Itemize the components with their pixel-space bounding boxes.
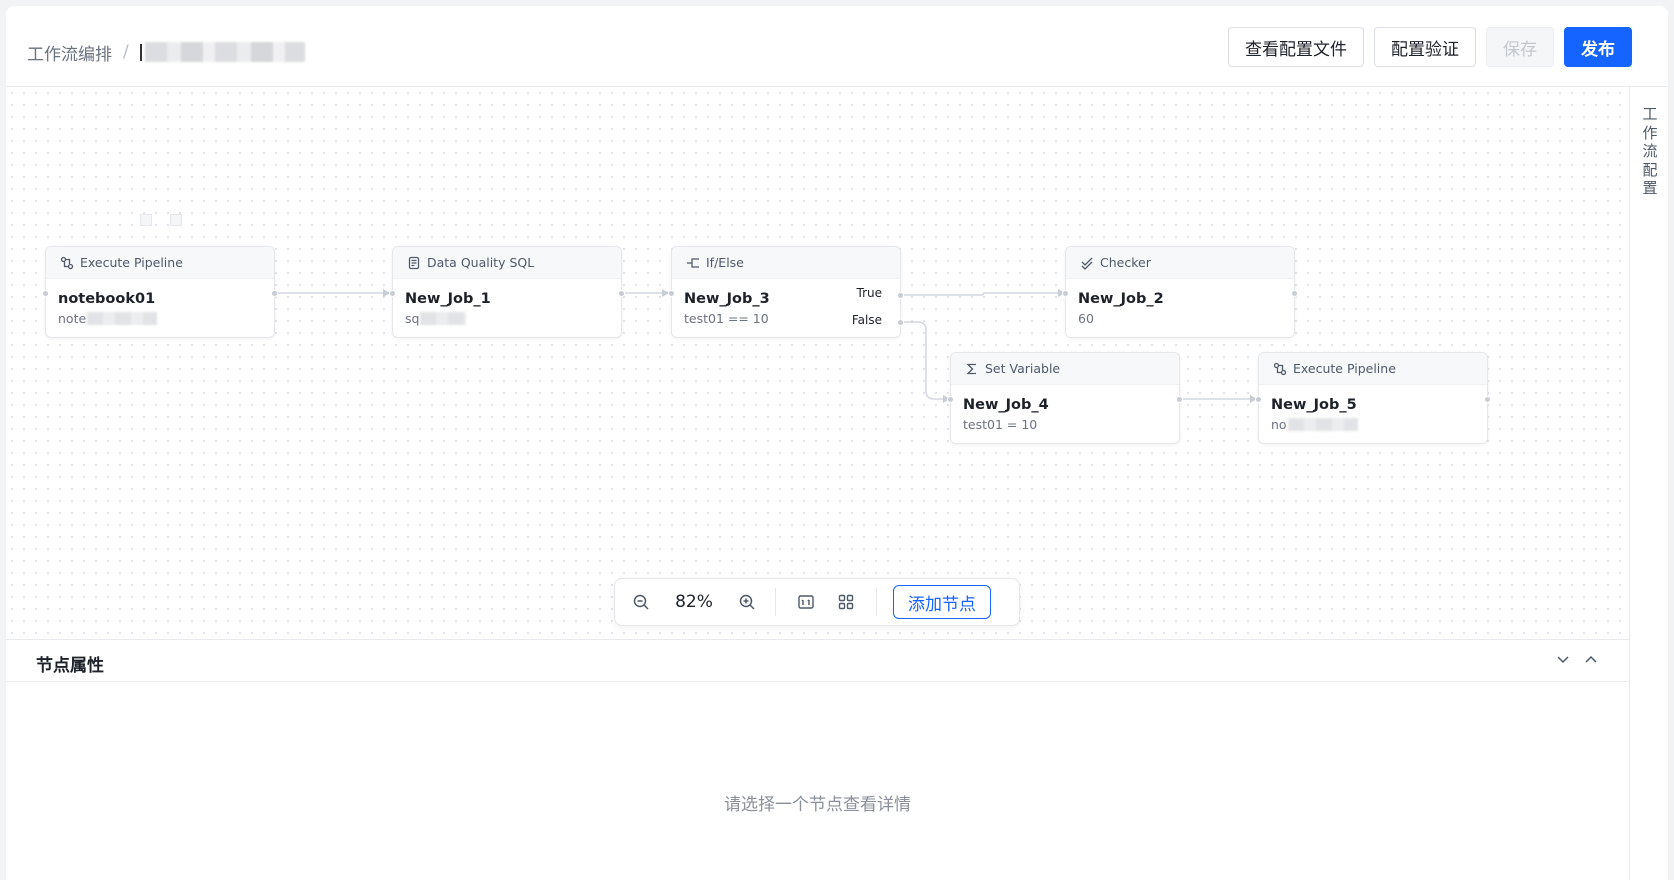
workflow-config-rail[interactable]: 工作流配置	[1629, 87, 1668, 880]
workflow-editor: 工作流编排 / 查看配置文件 配置验证 保存 发布 Execute Pipeli…	[6, 6, 1668, 880]
node-header: Data Quality SQL	[393, 247, 621, 279]
header-actions: 查看配置文件 配置验证 保存 发布	[1228, 27, 1632, 67]
panel-title: 节点属性	[36, 656, 104, 676]
node-type: Execute Pipeline	[80, 255, 183, 270]
node-header: Execute Pipeline	[46, 247, 274, 279]
input-port[interactable]	[42, 290, 49, 297]
document-icon	[407, 256, 421, 270]
node-type: Data Quality SQL	[427, 255, 535, 270]
output-port[interactable]	[271, 290, 278, 297]
zoom-out-icon[interactable]	[631, 592, 651, 612]
output-port[interactable]	[618, 290, 625, 297]
edge-new-job-3-false-to-new-job-4	[901, 321, 948, 400]
pipeline-icon	[1273, 362, 1287, 376]
ghost-marker	[140, 214, 152, 226]
redacted-text	[87, 312, 158, 325]
fit-view-icon[interactable]	[836, 592, 856, 612]
edge-new-job-3-true-to-new-job-2	[901, 292, 1064, 296]
text-cursor	[139, 43, 142, 61]
node-new-job-2[interactable]: Checker New_Job_2 60	[1062, 246, 1298, 338]
node-header: Set Variable	[951, 353, 1179, 385]
false-output-port[interactable]	[897, 319, 904, 326]
node-header: If/Else	[672, 247, 900, 279]
node-title: New_Job_1	[405, 291, 491, 307]
workflow-config-tab[interactable]: 工作流配置	[1642, 105, 1658, 198]
input-port[interactable]	[1062, 290, 1069, 297]
input-port[interactable]	[1255, 396, 1262, 403]
output-port[interactable]	[1291, 290, 1298, 297]
workflow-canvas[interactable]: Execute Pipeline notebook01 note Data Qu…	[6, 87, 1629, 639]
node-title: New_Job_5	[1271, 397, 1357, 413]
node-header: Checker	[1066, 247, 1294, 279]
panel-empty-state: 请选择一个节点查看详情	[724, 795, 911, 815]
chevron-down-icon[interactable]	[1555, 651, 1571, 671]
toolbar-divider	[876, 588, 877, 616]
branch-false-label: False	[851, 313, 882, 327]
actual-size-icon[interactable]	[796, 592, 816, 612]
redacted-text	[420, 312, 467, 325]
node-new-job-4[interactable]: Set Variable New_Job_4 test01 = 10	[947, 352, 1183, 444]
zoom-level: 82%	[675, 592, 713, 612]
node-title: New_Job_2	[1078, 291, 1164, 307]
node-subtitle: 60	[1078, 311, 1094, 326]
add-node-button[interactable]: 添加节点	[893, 585, 991, 619]
node-title: New_Job_4	[963, 397, 1049, 413]
toolbar-divider	[775, 588, 776, 616]
check-icon	[1080, 256, 1094, 270]
true-output-port[interactable]	[897, 292, 904, 299]
input-port[interactable]	[947, 396, 954, 403]
validate-config-button[interactable]: 配置验证	[1374, 27, 1476, 67]
node-header: Execute Pipeline	[1259, 353, 1487, 385]
node-subtitle: test01 = 10	[963, 417, 1038, 432]
branch-icon	[686, 256, 700, 270]
canvas-toolbar: 82% 添加节点	[614, 578, 1020, 626]
node-new-job-1[interactable]: Data Quality SQL New_Job_1 sq	[389, 246, 625, 338]
input-port[interactable]	[668, 290, 675, 297]
node-new-job-3[interactable]: If/Else New_Job_3 test01 == 10 True Fals…	[668, 246, 904, 338]
node-type: If/Else	[706, 255, 744, 270]
panel-header: 节点属性	[6, 640, 1629, 682]
redacted-text	[1287, 418, 1358, 431]
node-subtitle: no	[1271, 417, 1487, 432]
zoom-in-icon[interactable]	[737, 592, 757, 612]
node-subtitle: sq	[405, 311, 621, 326]
publish-button[interactable]: 发布	[1564, 27, 1632, 67]
output-port[interactable]	[1484, 396, 1491, 403]
breadcrumb-root[interactable]: 工作流编排	[27, 40, 112, 65]
node-type: Checker	[1100, 255, 1151, 270]
node-properties-panel: 节点属性 请选择一个节点查看详情	[6, 639, 1629, 880]
node-type: Execute Pipeline	[1293, 361, 1396, 376]
node-subtitle: note	[58, 311, 274, 326]
breadcrumb-separator: /	[123, 42, 129, 62]
view-config-button[interactable]: 查看配置文件	[1228, 27, 1364, 67]
panel-controls	[1555, 651, 1599, 671]
breadcrumb: 工作流编排 /	[27, 40, 305, 65]
node-notebook01[interactable]: Execute Pipeline notebook01 note	[42, 246, 278, 338]
node-type: Set Variable	[985, 361, 1061, 376]
save-button[interactable]: 保存	[1486, 27, 1554, 67]
output-port[interactable]	[1176, 396, 1183, 403]
node-new-job-5[interactable]: Execute Pipeline New_Job_5 no	[1255, 352, 1491, 444]
node-title: notebook01	[58, 291, 156, 307]
branch-true-label: True	[856, 286, 883, 300]
ghost-marker	[170, 214, 182, 226]
input-port[interactable]	[389, 290, 396, 297]
breadcrumb-current-redacted[interactable]	[144, 42, 305, 62]
pipeline-icon	[60, 256, 74, 270]
sigma-icon	[965, 362, 979, 376]
chevron-up-icon[interactable]	[1583, 651, 1599, 671]
header: 工作流编排 / 查看配置文件 配置验证 保存 发布	[6, 6, 1668, 87]
